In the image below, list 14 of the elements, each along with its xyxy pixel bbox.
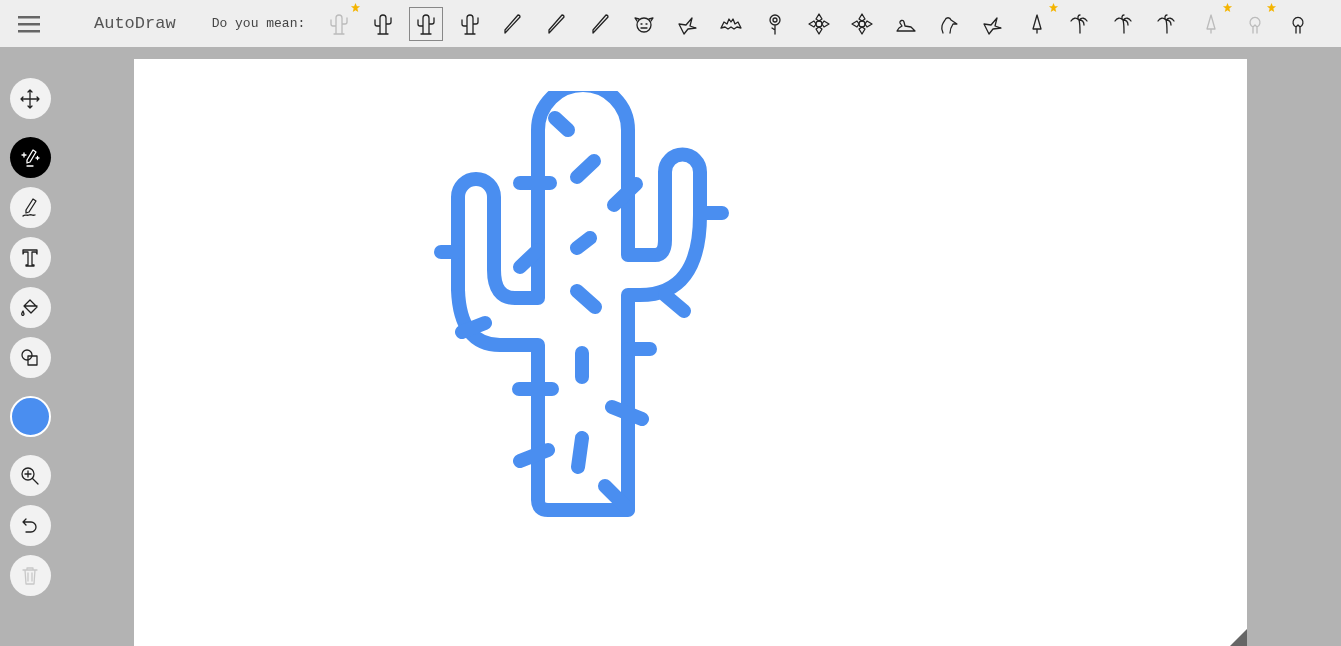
text-tool-button[interactable] bbox=[9, 237, 51, 278]
autodraw-tool-button[interactable] bbox=[9, 137, 51, 178]
menu-icon[interactable] bbox=[18, 14, 40, 33]
shape-tool-button[interactable] bbox=[9, 337, 51, 378]
app-title: AutoDraw bbox=[94, 12, 176, 35]
fill-tool-button[interactable] bbox=[9, 287, 51, 328]
zoom-button[interactable] bbox=[9, 455, 51, 496]
draw-tool-button[interactable] bbox=[9, 187, 51, 228]
suggestions-label: Do you mean: bbox=[211, 14, 306, 33]
drawing-canvas[interactable] bbox=[134, 59, 1247, 646]
resize-handle-icon[interactable] bbox=[1230, 629, 1247, 646]
undo-button[interactable] bbox=[9, 505, 51, 546]
color-swatch-button[interactable] bbox=[9, 396, 51, 437]
move-tool-button[interactable] bbox=[9, 78, 51, 119]
